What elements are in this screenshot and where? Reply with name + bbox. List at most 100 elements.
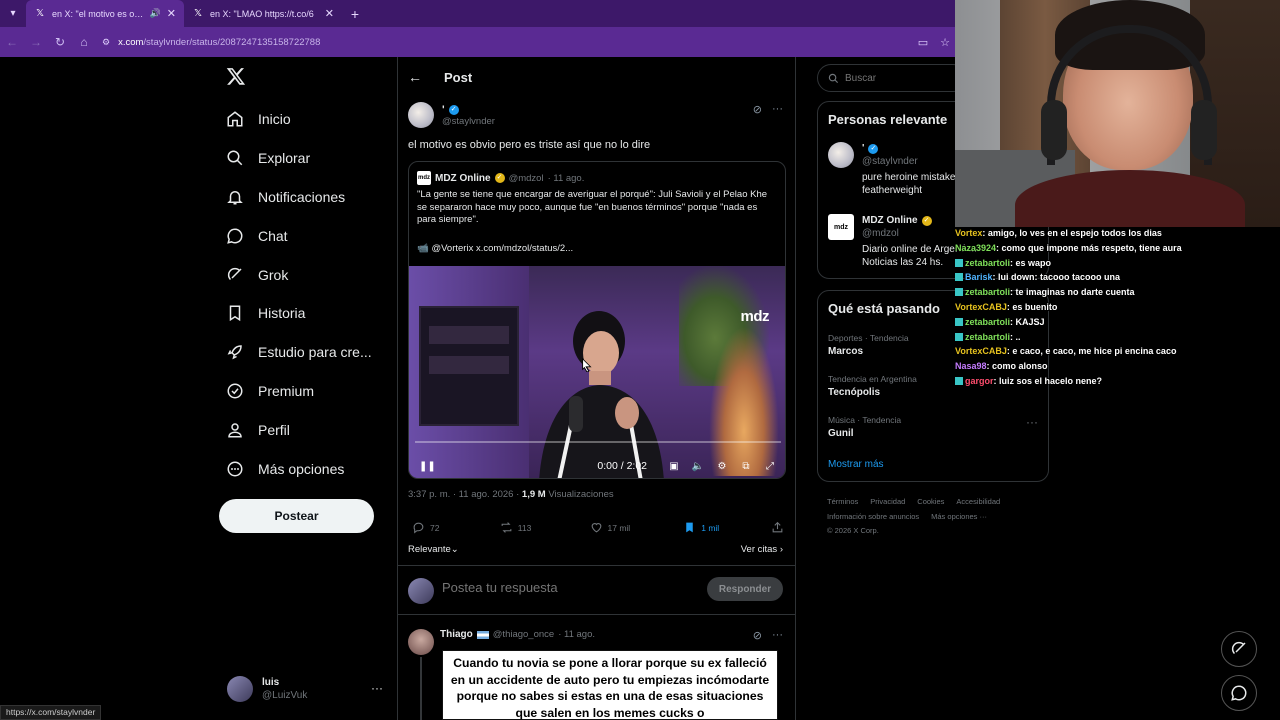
more-dots-icon[interactable]: ··· [772,103,783,116]
chat-username[interactable]: VortexCABJ [955,346,1007,356]
nav-item-perfil[interactable]: Perfil [226,410,396,449]
footer-link[interactable]: Información sobre anuncios [827,512,919,521]
nav-item-explorar[interactable]: Explorar [226,139,396,178]
nav-item-notificaciones[interactable]: Notificaciones [226,178,396,217]
chat-username[interactable]: zetabartoli [965,332,1010,342]
nav-item-chat[interactable]: Chat [226,216,396,255]
nav-item-premium[interactable]: Premium [226,372,396,411]
nav-item-historia[interactable]: Historia [226,294,396,333]
video-player[interactable]: mdz ❚❚ 0:00 / 2:02 ▣ 🔈 ⚙ ⧉ ⤢ [409,266,785,478]
nav-item-mas-opciones[interactable]: Más opciones [226,449,396,488]
quote-link[interactable]: 📹 @Vorterix x.com/mdzol/status/2... [417,243,573,254]
footer-link[interactable]: Accesibilidad [956,497,1000,506]
home-browser-icon[interactable]: ⌂ [72,27,96,57]
more-dots-icon[interactable]: ··· [371,681,383,695]
search-box[interactable] [817,64,967,92]
picture-in-picture-icon[interactable]: ⧉ [739,459,753,473]
close-tab-icon[interactable]: ✕ [167,7,176,20]
reply-button[interactable]: Responder [707,577,783,601]
video-progress-bar[interactable] [415,441,781,443]
avatar[interactable] [408,102,434,128]
forward-arrow-icon[interactable]: → [24,27,48,57]
tab-search-chevron-icon[interactable]: ▾ [0,0,26,27]
quoted-post[interactable]: mdz MDZ Online ✓ @mdzol · 11 ago. "La ge… [408,161,786,479]
chat-username[interactable]: zetabartoli [965,258,1010,268]
back-arrow-icon[interactable]: ← [0,27,24,57]
main-nav: Inicio Explorar Notificaciones Chat Grok… [226,100,396,488]
close-tab-icon[interactable]: ✕ [325,7,334,20]
footer-link[interactable]: Más opciones ··· [931,512,987,521]
volume-icon[interactable]: 🔈 [691,459,705,473]
reply-action[interactable]: 72 [412,521,500,534]
new-tab-icon[interactable]: + [342,6,368,22]
post-author[interactable]: ' ✓ @staylvnder [408,102,495,128]
footer-link[interactable]: Términos [827,497,858,506]
chat-username[interactable]: zetabartoli [965,287,1010,297]
show-more-link[interactable]: Mostrar más [828,459,884,470]
share-icon [772,521,783,533]
reply-input[interactable] [442,580,662,595]
chat-username[interactable]: Naza3924 [955,243,996,253]
post-button[interactable]: Postear [219,499,374,533]
quote-text: "La gente se tiene que encargar de averi… [417,189,768,225]
browser-tab-active[interactable]: 𝕏 en X: "el motivo es obvio pero es tris… [26,0,184,27]
speaker-icon[interactable]: 🔊 [150,8,161,19]
chat-username[interactable]: Nasa98 [955,361,987,371]
search-input[interactable] [845,72,955,84]
reply-post[interactable]: Thiago @thiago_once · 11 ago. ⊘ ··· Cuan… [398,623,795,720]
nav-item-inicio[interactable]: Inicio [226,100,396,139]
url-bar[interactable]: ⚙ x.com/staylvnder/status/20872471351587… [102,37,320,48]
captions-icon[interactable]: ▣ [667,459,681,473]
bookmark-star-icon[interactable]: ☆ [940,36,950,49]
search-icon [828,73,839,83]
bookmark-action[interactable]: 1 mil [683,521,771,534]
back-arrow-icon[interactable]: ← [408,69,422,85]
url-path: /staylvnder/status/2087247135158722788 [143,36,321,48]
grok-icon [1231,641,1246,655]
trend-item[interactable]: Deportes · Tendencia Marcos [828,333,909,357]
like-action[interactable]: 17 mil [590,521,684,534]
nav-label: Premium [258,382,315,399]
cast-icon[interactable]: ▭ [918,36,928,49]
chat-username[interactable]: Barisk [965,272,993,282]
mdz-logo[interactable]: mdz [828,214,854,240]
fullscreen-icon[interactable]: ⤢ [763,459,777,473]
nav-item-grok[interactable]: Grok [226,255,396,294]
grok-floating-button[interactable] [1221,631,1257,667]
person-card[interactable]: ' ✓ @staylvnder pure heroine mistake feat… [828,142,972,197]
pause-icon[interactable]: ❚❚ [419,461,436,472]
footer-link[interactable]: Cookies [917,497,944,506]
nav-item-estudio[interactable]: Estudio para cre... [226,333,396,372]
sort-replies-dropdown[interactable]: Relevante⌄ [408,544,459,555]
share-action[interactable] [771,521,784,534]
trend-item[interactable]: Música · Tendencia Gunil [828,415,901,439]
chat-username[interactable]: Vortex [955,228,982,238]
chat-username[interactable]: VortexCABJ [955,302,1007,312]
meme-image-text[interactable]: Cuando tu novia se pone a llorar porque … [442,650,778,720]
grok-icon[interactable]: ⊘ [753,629,762,642]
settings-gear-icon[interactable]: ⚙ [715,459,729,473]
view-quotes-link[interactable]: Ver citas › [741,544,783,555]
views-label: Visualizaciones [548,489,614,500]
more-dots-icon[interactable]: ··· [772,629,783,642]
chat-username[interactable]: zetabartoli [965,317,1010,327]
chat-username[interactable]: gargor [965,376,994,386]
nav-label: Más opciones [258,460,345,477]
messages-floating-button[interactable] [1221,675,1257,711]
reload-icon[interactable]: ↻ [48,27,72,57]
x-favicon-icon: 𝕏 [35,8,45,19]
nav-label: Chat [258,227,288,244]
grok-icon[interactable]: ⊘ [753,103,762,116]
browser-tab[interactable]: 𝕏 en X: "LMAO https://t.co/6 ✕ [184,0,342,27]
account-switcher[interactable]: luis @LuizVuk ··· [227,675,387,703]
chat-message: gargor: luiz sos el hacelo nene? [955,374,1275,389]
avatar[interactable] [408,629,434,655]
headset-cup [1191,100,1217,160]
more-dots-icon[interactable]: ··· [1026,415,1038,429]
avatar[interactable] [828,142,854,168]
x-logo-icon[interactable] [226,66,246,86]
footer-link[interactable]: Privacidad [870,497,905,506]
trend-item[interactable]: Tendencia en Argentina Tecnópolis [828,374,917,398]
repost-action[interactable]: 113 [500,521,590,534]
site-info-icon[interactable]: ⚙ [102,37,110,48]
